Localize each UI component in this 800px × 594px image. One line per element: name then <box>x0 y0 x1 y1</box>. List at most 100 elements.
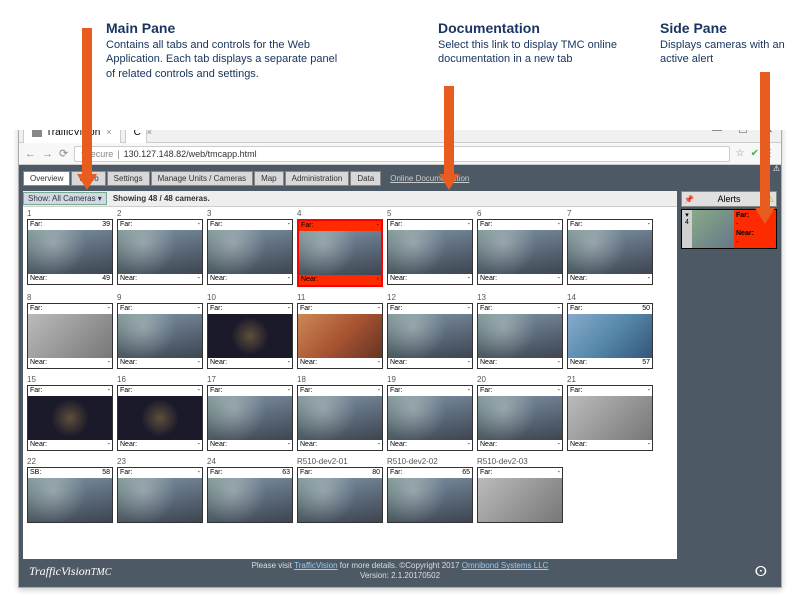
camera-thumbnail[interactable] <box>478 314 562 358</box>
back-icon[interactable]: ← <box>25 148 36 160</box>
far-readout: Far:- <box>28 304 112 314</box>
camera-tile[interactable]: 7Far:-Near:- <box>567 209 653 287</box>
alert-expand-icon[interactable]: ▾4 <box>682 210 692 248</box>
far-readout: Far:- <box>388 220 472 230</box>
far-readout: Far:- <box>28 386 112 396</box>
near-readout: Near:- <box>478 358 562 368</box>
near-readout: Near:- <box>208 358 292 368</box>
footer-link-trafficvision[interactable]: TrafficVision <box>294 561 337 570</box>
camera-tile[interactable]: R510-dev2-03Far:- <box>477 457 563 523</box>
camera-tile[interactable]: 4Far:-⚠Near:- <box>297 209 383 287</box>
camera-thumbnail[interactable] <box>478 230 562 274</box>
camera-tile[interactable]: 12Far:-Near:- <box>387 293 473 369</box>
logo-text-2: TMC <box>91 567 112 578</box>
tab-data[interactable]: Data <box>350 171 381 186</box>
camera-thumbnail[interactable] <box>388 230 472 274</box>
camera-thumbnail[interactable] <box>28 478 112 522</box>
camera-thumbnail[interactable] <box>28 314 112 358</box>
camera-thumbnail[interactable] <box>388 478 472 522</box>
camera-id: 21 <box>567 375 653 384</box>
camera-thumbnail[interactable] <box>28 396 112 440</box>
camera-thumbnail[interactable] <box>388 314 472 358</box>
camera-thumbnail[interactable] <box>28 230 112 274</box>
camera-tile[interactable]: 8Far:-Near:- <box>27 293 113 369</box>
camera-thumbnail[interactable] <box>118 396 202 440</box>
camera-tile[interactable]: 21Far:-Near:- <box>567 375 653 451</box>
camera-tile[interactable]: R510-dev2-01Far:80 <box>297 457 383 523</box>
camera-thumbnail[interactable] <box>208 396 292 440</box>
camera-thumbnail[interactable] <box>388 396 472 440</box>
far-readout: Far:- <box>298 304 382 314</box>
near-readout: Near:49 <box>28 274 112 284</box>
camera-thumbnail[interactable] <box>208 314 292 358</box>
camera-id: 6 <box>477 209 563 218</box>
footer-link-omnibond[interactable]: Omnibond Systems LLC <box>462 561 549 570</box>
camera-tile[interactable]: 2Far:-Near:- <box>117 209 203 287</box>
camera-grid[interactable]: 1Far:39Near:492Far:-Near:-3Far:-Near:-4F… <box>23 207 677 559</box>
camera-tile[interactable]: 11Far:-Near:- <box>297 293 383 369</box>
camera-tile[interactable]: 19Far:-Near:- <box>387 375 473 451</box>
camera-thumbnail[interactable] <box>568 230 652 274</box>
camera-tile[interactable]: R510-dev2-02Far:65 <box>387 457 473 523</box>
camera-thumbnail[interactable] <box>299 231 381 275</box>
near-readout: Near:- <box>28 358 112 368</box>
camera-id: 22 <box>27 457 113 466</box>
footer-center: Please visit TrafficVision for more deta… <box>252 561 549 580</box>
url-input[interactable]: t secure | 130.127.148.82/web/tmcapp.htm… <box>74 146 729 162</box>
browser-window: TrafficVision × C × — ☐ ✕ ← → ⟳ t secure… <box>18 118 782 588</box>
camera-tile[interactable]: 5Far:-Near:- <box>387 209 473 287</box>
camera-thumbnail[interactable] <box>118 478 202 522</box>
far-readout: Far:- <box>298 386 382 396</box>
camera-thumbnail[interactable] <box>208 478 292 522</box>
camera-thumbnail[interactable] <box>568 314 652 358</box>
camera-tile[interactable]: 15Far:-Near:- <box>27 375 113 451</box>
camera-tile[interactable]: 16Far:-Near:- <box>117 375 203 451</box>
pin-icon[interactable]: 📌 <box>684 195 694 204</box>
camera-tile[interactable]: 20Far:-Near:- <box>477 375 563 451</box>
tab-overview[interactable]: Overview <box>23 171 70 186</box>
camera-tile[interactable]: 14Far:50Near:57 <box>567 293 653 369</box>
reload-icon[interactable]: ⟳ <box>59 147 68 160</box>
camera-tile[interactable]: 3Far:-Near:- <box>207 209 293 287</box>
camera-tile[interactable]: 18Far:-Near:- <box>297 375 383 451</box>
camera-tile[interactable]: 13Far:-Near:- <box>477 293 563 369</box>
tab-administration[interactable]: Administration <box>285 171 350 186</box>
camera-thumbnail[interactable] <box>478 396 562 440</box>
camera-thumbnail[interactable] <box>478 478 562 522</box>
bookmark-icon[interactable]: ☆ <box>736 148 745 159</box>
camera-id: 2 <box>117 209 203 218</box>
check-icon: ✔ <box>751 148 759 159</box>
tab-manage-units[interactable]: Manage Units / Cameras <box>151 171 253 186</box>
callout-documentation: Documentation Select this link to displa… <box>438 20 628 67</box>
near-readout: Near:- <box>568 440 652 450</box>
camera-tile[interactable]: 1Far:39Near:49 <box>27 209 113 287</box>
camera-tile[interactable]: 23Far:- <box>117 457 203 523</box>
show-cameras-dropdown[interactable]: Show: All Cameras ▾ <box>23 192 107 205</box>
near-readout: Near:- <box>388 358 472 368</box>
forward-icon[interactable]: → <box>42 148 53 160</box>
camera-tile[interactable]: 9Far:-Near:- <box>117 293 203 369</box>
camera-thumbnail[interactable] <box>298 396 382 440</box>
camera-thumbnail[interactable] <box>208 230 292 274</box>
tab-map[interactable]: Map <box>254 171 284 186</box>
camera-thumbnail[interactable] <box>298 478 382 522</box>
camera-tile[interactable]: 10Far:-Near:- <box>207 293 293 369</box>
near-readout: Near:- <box>118 358 202 368</box>
camera-id: 10 <box>207 293 293 302</box>
arrow-head-doc <box>439 174 459 190</box>
far-readout: Far:50 <box>568 304 652 314</box>
callout-body: Displays cameras with an active alert <box>660 38 790 67</box>
camera-tile[interactable]: 24Far:63 <box>207 457 293 523</box>
camera-thumbnail[interactable] <box>118 314 202 358</box>
far-readout: Far:65 <box>388 468 472 478</box>
camera-thumbnail[interactable] <box>298 314 382 358</box>
tab-settings[interactable]: Settings <box>107 171 150 186</box>
camera-tile[interactable]: 6Far:-Near:- <box>477 209 563 287</box>
camera-tile[interactable]: 17Far:-Near:- <box>207 375 293 451</box>
camera-tile[interactable]: 22SB:58 <box>27 457 113 523</box>
camera-thumbnail[interactable] <box>118 230 202 274</box>
camera-id: 20 <box>477 375 563 384</box>
url-text: 130.127.148.82/web/tmcapp.html <box>124 149 257 159</box>
alert-thumbnail[interactable] <box>692 210 734 248</box>
camera-thumbnail[interactable] <box>568 396 652 440</box>
